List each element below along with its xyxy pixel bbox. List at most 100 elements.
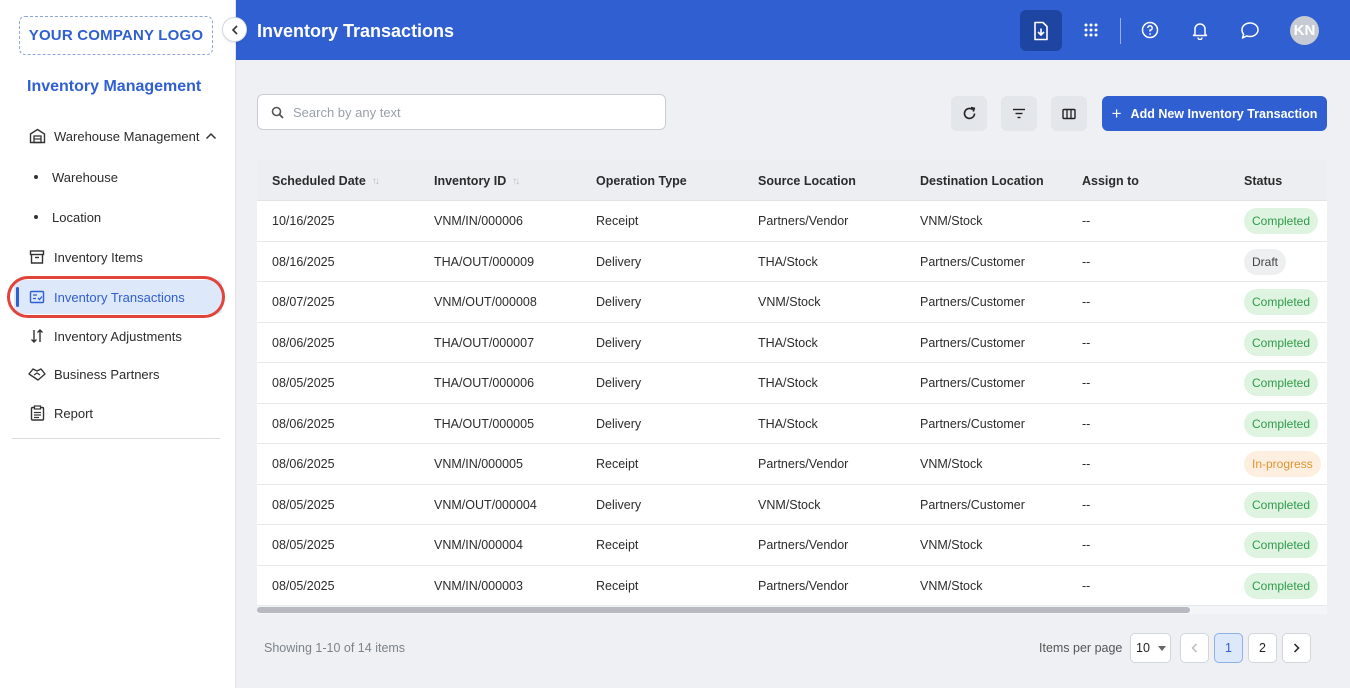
destination-location-cell: Partners/Customer	[920, 254, 1025, 269]
table-row[interactable]: 08/06/2025 THA/OUT/000007 Delivery THA/Stoc…	[257, 323, 1327, 363]
help-icon	[1141, 21, 1159, 39]
inventory-id-cell: THA/OUT/000009	[434, 254, 535, 269]
status-badge: Draft	[1244, 248, 1287, 275]
sidebar-item-label: Report	[54, 405, 94, 421]
sidebar-item-inventory-items[interactable]: Inventory Items	[14, 240, 222, 274]
caret-down-icon	[1157, 645, 1166, 651]
sidebar-item-label: Location	[52, 209, 102, 225]
sidebar-item-label: Inventory Transactions	[54, 289, 185, 305]
column-header-source-location: Source Location	[758, 174, 856, 188]
scheduled-date-cell: 08/05/2025	[272, 497, 335, 512]
assign-to-cell: --	[1082, 295, 1091, 309]
status-badge: Completed	[1244, 410, 1319, 437]
destination-location-cell: VNM/Stock	[920, 214, 983, 228]
table-row[interactable]: 08/05/2025 THA/OUT/000006 Delivery THA/Stoc…	[257, 363, 1327, 404]
archive-box-icon	[28, 248, 46, 266]
avatar[interactable]: KN	[1290, 16, 1319, 45]
column-header-scheduled-date[interactable]: Scheduled Date ↑↓	[272, 174, 380, 188]
apps-button[interactable]	[1072, 11, 1110, 49]
scheduled-date-cell: 08/05/2025	[272, 376, 335, 390]
operation-type-cell: Delivery	[596, 335, 642, 350]
source-location-cell: VNM/Stock	[758, 295, 821, 309]
assign-to-cell: --	[1082, 214, 1091, 228]
notifications-button[interactable]	[1181, 11, 1219, 49]
chat-icon	[1240, 21, 1260, 40]
operation-type-cell: Receipt	[596, 538, 639, 552]
table-header: Scheduled Date ↑↓ Inventory ID ↑↓ Operat…	[257, 160, 1327, 201]
sidebar-item-label: Inventory Adjustments	[54, 328, 182, 344]
sidebar-item-report[interactable]: Report	[14, 396, 222, 430]
table-row[interactable]: 08/07/2025 VNM/OUT/000008 Delivery VNM/Stoc…	[257, 282, 1327, 323]
column-header-assign-to: Assign to	[1082, 174, 1139, 188]
sidebar-divider	[12, 438, 220, 439]
assign-to-cell: --	[1082, 497, 1091, 512]
scheduled-date-cell: 08/05/2025	[272, 538, 335, 552]
status-badge: Completed	[1244, 289, 1319, 315]
search-input[interactable]	[293, 104, 653, 120]
table-row[interactable]: 08/05/2025 VNM/IN/000003 Receipt Partners/V…	[257, 566, 1327, 606]
chat-button[interactable]	[1231, 11, 1269, 49]
pagination-summary: Showing 1-10 of 14 items	[264, 641, 406, 655]
page-2-button[interactable]: 2	[1248, 633, 1277, 663]
inventory-id-cell: VNM/IN/000006	[434, 214, 523, 228]
scheduled-date-cell: 10/16/2025	[272, 214, 335, 228]
assign-to-cell: --	[1082, 254, 1091, 269]
column-header-inventory-id[interactable]: Inventory ID ↑↓	[434, 174, 520, 188]
sidebar-item-label: Inventory Items	[54, 249, 143, 265]
source-location-cell: THA/Stock	[758, 376, 818, 390]
search-box[interactable]	[257, 94, 666, 130]
filter-icon	[1012, 108, 1026, 119]
operation-type-cell: Delivery	[596, 254, 642, 269]
assign-to-cell: --	[1082, 416, 1091, 431]
destination-location-cell: Partners/Customer	[920, 376, 1025, 390]
operation-type-cell: Delivery	[596, 376, 642, 390]
handshake-icon	[28, 365, 46, 383]
collapse-sidebar-button[interactable]	[222, 17, 247, 42]
table-row[interactable]: 08/16/2025 THA/OUT/000009 Delivery THA/Stoc…	[257, 242, 1327, 282]
add-new-transaction-button[interactable]: + Add New Inventory Transaction	[1102, 96, 1327, 131]
items-per-page-select[interactable]: 10	[1130, 633, 1171, 663]
inventory-id-cell: VNM/IN/000003	[434, 578, 523, 593]
sidebar-item-inventory-adjustments[interactable]: Inventory Adjustments	[14, 319, 222, 353]
sidebar-item-label: Warehouse	[52, 169, 118, 185]
destination-location-cell: VNM/Stock	[920, 538, 983, 552]
operation-type-cell: Receipt	[596, 214, 639, 228]
scheduled-date-cell: 08/06/2025	[272, 457, 335, 471]
filter-button[interactable]	[1001, 96, 1037, 131]
operation-type-cell: Delivery	[596, 497, 642, 512]
source-location-cell: VNM/Stock	[758, 497, 821, 512]
horizontal-scrollbar-thumb[interactable]	[257, 607, 1190, 613]
download-button[interactable]	[1020, 10, 1062, 51]
help-button[interactable]	[1131, 11, 1169, 49]
source-location-cell: Partners/Vendor	[758, 214, 849, 228]
refresh-icon	[962, 106, 977, 121]
table-row[interactable]: 08/05/2025 VNM/IN/000004 Receipt Partners/V…	[257, 525, 1327, 566]
destination-location-cell: VNM/Stock	[920, 457, 983, 471]
table-row[interactable]: 08/06/2025 THA/OUT/000005 Delivery THA/Stoc…	[257, 404, 1327, 444]
sidebar-item-warehouse-management[interactable]: Warehouse Management	[14, 119, 222, 153]
sidebar-item-warehouse[interactable]: Warehouse	[14, 160, 222, 194]
chevron-left-icon	[231, 24, 239, 35]
header-divider	[1120, 18, 1121, 44]
columns-icon	[1062, 108, 1076, 120]
sidebar-item-inventory-transactions[interactable]: Inventory Transactions	[14, 280, 222, 314]
columns-button[interactable]	[1051, 96, 1087, 131]
sidebar-item-location[interactable]: Location	[14, 200, 222, 234]
scheduled-date-cell: 08/05/2025	[272, 578, 335, 593]
scheduled-date-cell: 08/06/2025	[272, 335, 335, 350]
next-page-button[interactable]	[1282, 633, 1311, 663]
refresh-button[interactable]	[951, 96, 987, 131]
inventory-id-cell: THA/OUT/000007	[434, 335, 535, 350]
table-row[interactable]: 08/06/2025 VNM/IN/000005 Receipt Partners/V…	[257, 444, 1327, 485]
page-title: Inventory Transactions	[257, 21, 455, 41]
sidebar-item-label: Warehouse Management	[54, 128, 200, 144]
source-location-cell: Partners/Vendor	[758, 538, 849, 552]
prev-page-button[interactable]	[1180, 633, 1209, 663]
operation-type-cell: Receipt	[596, 457, 639, 471]
source-location-cell: Partners/Vendor	[758, 578, 849, 593]
table-row[interactable]: 08/05/2025 VNM/OUT/000004 Delivery VNM/Stoc…	[257, 485, 1327, 525]
table-row[interactable]: 10/16/2025 VNM/IN/000006 Receipt Partners/V…	[257, 201, 1327, 242]
sidebar-item-business-partners[interactable]: Business Partners	[14, 357, 222, 391]
warehouse-icon	[28, 127, 46, 145]
page-1-button[interactable]: 1	[1214, 633, 1243, 663]
